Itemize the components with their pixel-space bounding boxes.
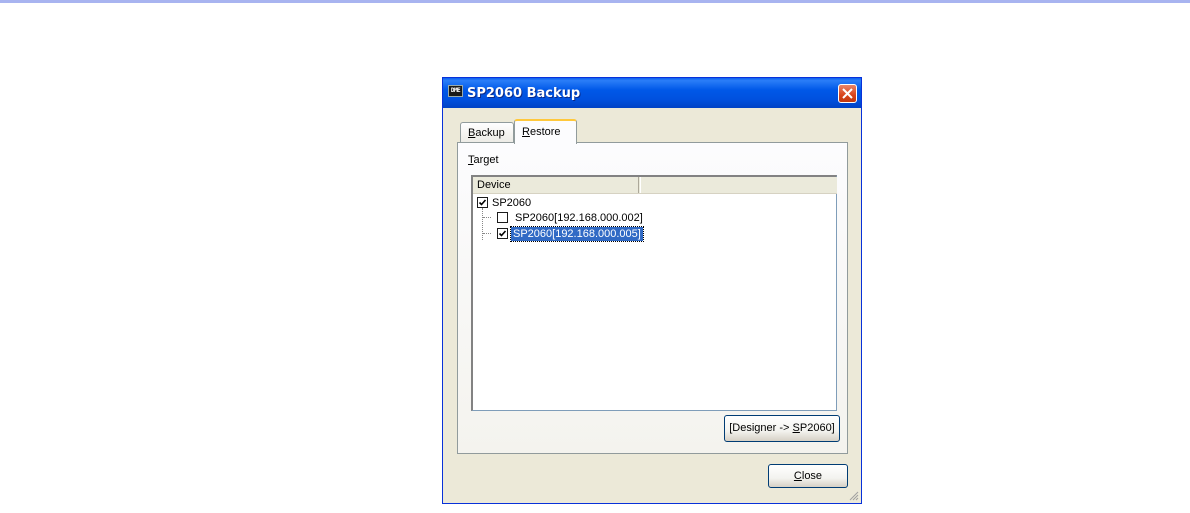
child-2-checkbox[interactable]: [497, 228, 508, 239]
restore-tab-panel: Target Device SP2060 SP2060[192.168.000.…: [457, 142, 848, 454]
device-list[interactable]: Device SP2060 SP2060[192.168.000.002] SP…: [471, 175, 837, 411]
child-1-label: SP2060[192.168.000.002]: [515, 212, 643, 224]
close-icon: [842, 88, 853, 99]
tab-restore[interactable]: Restore: [514, 119, 577, 144]
checkmark-icon: [478, 199, 487, 206]
tree-connector-h1: [483, 217, 491, 219]
tab-backup[interactable]: Backup: [460, 122, 514, 143]
tab-backup-label: ackup: [475, 127, 505, 139]
checkmark-icon: [498, 230, 507, 237]
designer-button-mnemonic: S: [792, 422, 800, 434]
column-header-device[interactable]: Device: [473, 177, 639, 193]
window-title: SP2060 Backup: [467, 86, 581, 101]
column-header-empty[interactable]: [640, 177, 836, 193]
target-label-text: arget: [473, 154, 499, 166]
child-1-checkbox[interactable]: [497, 212, 508, 223]
tab-restore-label: estore: [529, 126, 561, 138]
tree-connector-vertical: [482, 208, 484, 240]
resize-grip-icon[interactable]: [847, 489, 859, 501]
designer-button-prefix: [Designer ->: [729, 422, 793, 434]
close-button-mnemonic: C: [793, 470, 802, 482]
app-icon: DME: [448, 85, 463, 97]
root-label: SP2060: [492, 197, 532, 209]
tree-connector-h2: [483, 233, 491, 235]
tab-restore-mnemonic: R: [522, 126, 530, 138]
root-checkbox[interactable]: [477, 197, 488, 208]
designer-to-sp2060-button[interactable]: [Designer -> SP2060]: [724, 415, 840, 442]
title-bar[interactable]: DME SP2060 Backup: [443, 78, 861, 108]
child-2-label: SP2060[192.168.000.005]: [510, 226, 644, 242]
top-accent-line: [0, 0, 1190, 3]
close-button[interactable]: Close: [768, 464, 848, 488]
close-button-label: lose: [801, 470, 823, 482]
designer-button-rest: P2060]: [799, 422, 835, 434]
close-window-button[interactable]: [838, 84, 857, 103]
backup-dialog: DME SP2060 Backup Backup Restore Target …: [442, 77, 862, 504]
target-label: Target: [468, 154, 499, 166]
list-header: Device: [473, 177, 837, 194]
